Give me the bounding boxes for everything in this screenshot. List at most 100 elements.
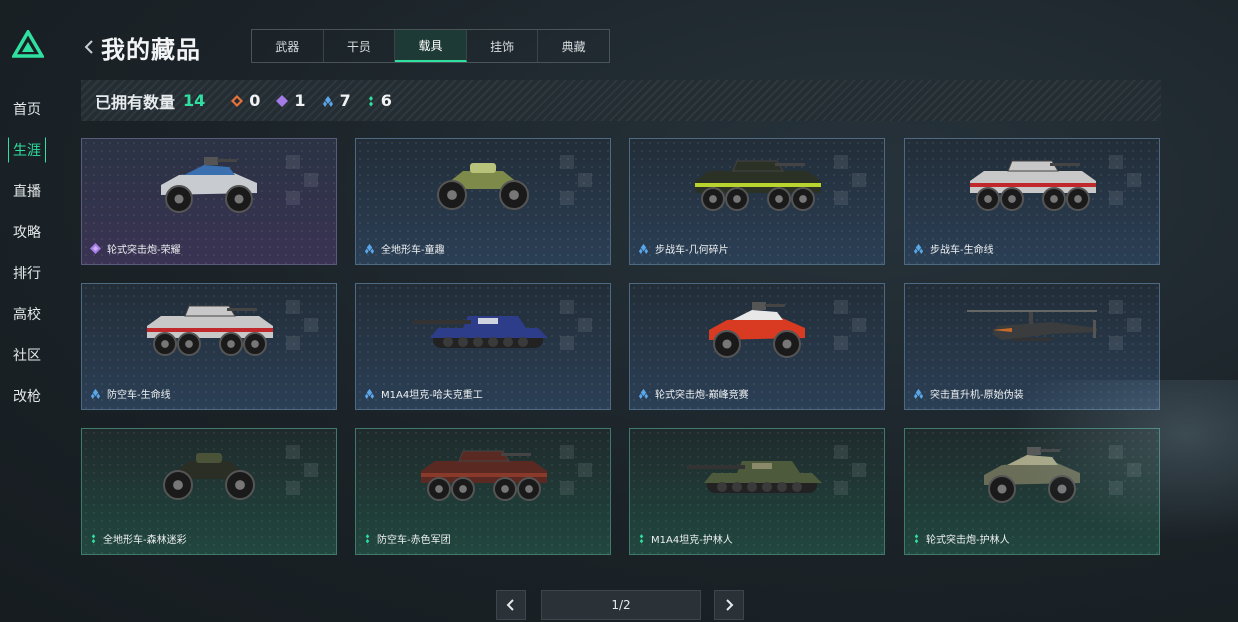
rarity-blue-icon: [638, 243, 649, 254]
nav-item-label: 高校: [13, 306, 41, 323]
vehicle-card[interactable]: 全地形车-童趣: [355, 138, 611, 265]
grid-decoration: [1109, 300, 1149, 360]
stat-blue: 7: [322, 91, 351, 110]
nav-item-college[interactable]: 高校: [0, 293, 56, 334]
vehicle-card[interactable]: M1A4坦克-哈夫克重工: [355, 283, 611, 410]
nav-item-label: 社区: [13, 347, 41, 364]
vehicle-name-row: 全地形车-森林迷彩: [90, 531, 187, 546]
vehicle-image: [139, 298, 279, 366]
vehicle-name: 全地形车-童趣: [381, 245, 445, 256]
rarity-blue-icon: [913, 243, 924, 254]
vehicle-image: [413, 443, 553, 511]
rarity-green-icon: [368, 95, 373, 106]
stat-value: 7: [339, 91, 351, 110]
rarity-orange-icon: [231, 94, 244, 107]
vehicle-name-row: M1A4坦克-护林人: [638, 531, 733, 546]
vehicle-card[interactable]: 轮式突击炮-护林人: [904, 428, 1160, 555]
nav-item-home[interactable]: 首页: [0, 88, 56, 129]
back-chevron-icon[interactable]: [82, 36, 96, 58]
vehicle-name-row: 全地形车-童趣: [364, 241, 445, 256]
owned-count-total: 14: [183, 91, 206, 110]
grid-decoration: [1109, 445, 1149, 505]
nav-item-ranking[interactable]: 排行: [0, 252, 56, 293]
vehicle-card[interactable]: 轮式突击炮-荣耀: [81, 138, 337, 265]
chevron-left-icon: [506, 599, 514, 611]
rarity-purple-icon: [90, 243, 101, 254]
category-tabs: 武器 干员 载具 挂饰 典藏: [251, 29, 610, 63]
next-page-button[interactable]: [714, 590, 744, 620]
tab-operators[interactable]: 干员: [324, 30, 396, 62]
chevron-right-icon: [726, 599, 734, 611]
vehicle-card[interactable]: 全地形车-森林迷彩: [81, 428, 337, 555]
page-indicator: 1/2: [541, 590, 701, 620]
vehicle-name-row: 步战车-生命线: [913, 241, 994, 256]
vehicle-card[interactable]: 步战车-几何碎片: [629, 138, 885, 265]
vehicle-name: 轮式突击炮-荣耀: [107, 245, 181, 256]
tab-charms[interactable]: 挂饰: [467, 30, 539, 62]
rarity-blue-icon: [913, 388, 924, 399]
nav-item-guides[interactable]: 攻略: [0, 211, 56, 252]
nav-item-label: 改枪: [13, 388, 41, 405]
vehicle-name: M1A4坦克-哈夫克重工: [381, 390, 483, 401]
vehicle-card[interactable]: 步战车-生命线: [904, 138, 1160, 265]
vehicle-name-row: 步战车-几何碎片: [638, 241, 729, 256]
grid-decoration: [834, 155, 874, 215]
vehicle-image: [972, 443, 1092, 511]
vehicle-card[interactable]: 突击直升机-原始伪装: [904, 283, 1160, 410]
rarity-blue-icon: [364, 243, 375, 254]
side-nav: 首页 生涯 直播 攻略 排行 高校 社区 改枪: [0, 88, 56, 416]
vehicle-name: 轮式突击炮-护林人: [926, 535, 1010, 546]
vehicle-name-row: 突击直升机-原始伪装: [913, 386, 1024, 401]
rarity-blue-icon: [364, 388, 375, 399]
rarity-green-icon: [914, 534, 919, 544]
vehicle-image: [428, 153, 538, 217]
nav-item-live[interactable]: 直播: [0, 170, 56, 211]
vehicle-name-row: 轮式突击炮-巅峰竞赛: [638, 386, 749, 401]
grid-decoration: [560, 155, 600, 215]
vehicle-image: [687, 153, 827, 221]
vehicle-name-row: 轮式突击炮-护林人: [913, 531, 1010, 546]
owned-count-label: 已拥有数量: [95, 92, 176, 112]
rarity-blue-icon: [90, 388, 101, 399]
rarity-green-icon: [91, 534, 96, 544]
nav-item-gunsmith[interactable]: 改枪: [0, 375, 56, 416]
rarity-blue-icon: [638, 388, 649, 399]
rarity-green-icon: [639, 534, 644, 544]
tab-weapons[interactable]: 武器: [252, 30, 324, 62]
nav-item-label: 排行: [13, 265, 41, 282]
vehicle-name-row: 防空车-生命线: [90, 386, 171, 401]
vehicle-name: M1A4坦克-护林人: [651, 535, 733, 546]
vehicle-image: [697, 298, 817, 366]
prev-page-button[interactable]: [496, 590, 526, 620]
stat-orange: 0: [231, 91, 260, 110]
nav-item-label: 直播: [13, 183, 41, 200]
vehicle-name: 防空车-赤色军团: [377, 535, 451, 546]
vehicle-name: 突击直升机-原始伪装: [930, 390, 1024, 401]
grid-decoration: [834, 445, 874, 505]
owned-stats-bar: 已拥有数量 14 0 1 7 6: [81, 80, 1161, 121]
vehicle-card[interactable]: M1A4坦克-护林人: [629, 428, 885, 555]
vehicle-card[interactable]: 防空车-生命线: [81, 283, 337, 410]
nav-item-label: 首页: [13, 101, 41, 118]
vehicle-image: [962, 153, 1102, 221]
vehicle-card[interactable]: 轮式突击炮-巅峰竞赛: [629, 283, 885, 410]
vehicle-name-row: M1A4坦克-哈夫克重工: [364, 386, 483, 401]
nav-item-career[interactable]: 生涯: [0, 129, 56, 170]
stat-purple: 1: [276, 91, 306, 110]
vehicle-name: 轮式突击炮-巅峰竞赛: [655, 390, 749, 401]
vehicle-image: [149, 153, 269, 221]
rarity-purple-icon: [276, 94, 289, 107]
tab-vehicles[interactable]: 载具: [395, 30, 467, 62]
vehicle-image: [682, 443, 832, 507]
vehicle-image: [957, 298, 1107, 362]
nav-item-community[interactable]: 社区: [0, 334, 56, 375]
tab-collection[interactable]: 典藏: [538, 30, 609, 62]
grid-decoration: [560, 300, 600, 360]
grid-decoration: [286, 155, 326, 215]
vehicle-name-row: 防空车-赤色军团: [364, 531, 451, 546]
stat-value: 0: [249, 91, 261, 110]
vehicle-card[interactable]: 防空车-赤色军团: [355, 428, 611, 555]
page-title: 我的藏品: [101, 36, 201, 64]
grid-decoration: [286, 300, 326, 360]
grid-decoration: [834, 300, 874, 360]
